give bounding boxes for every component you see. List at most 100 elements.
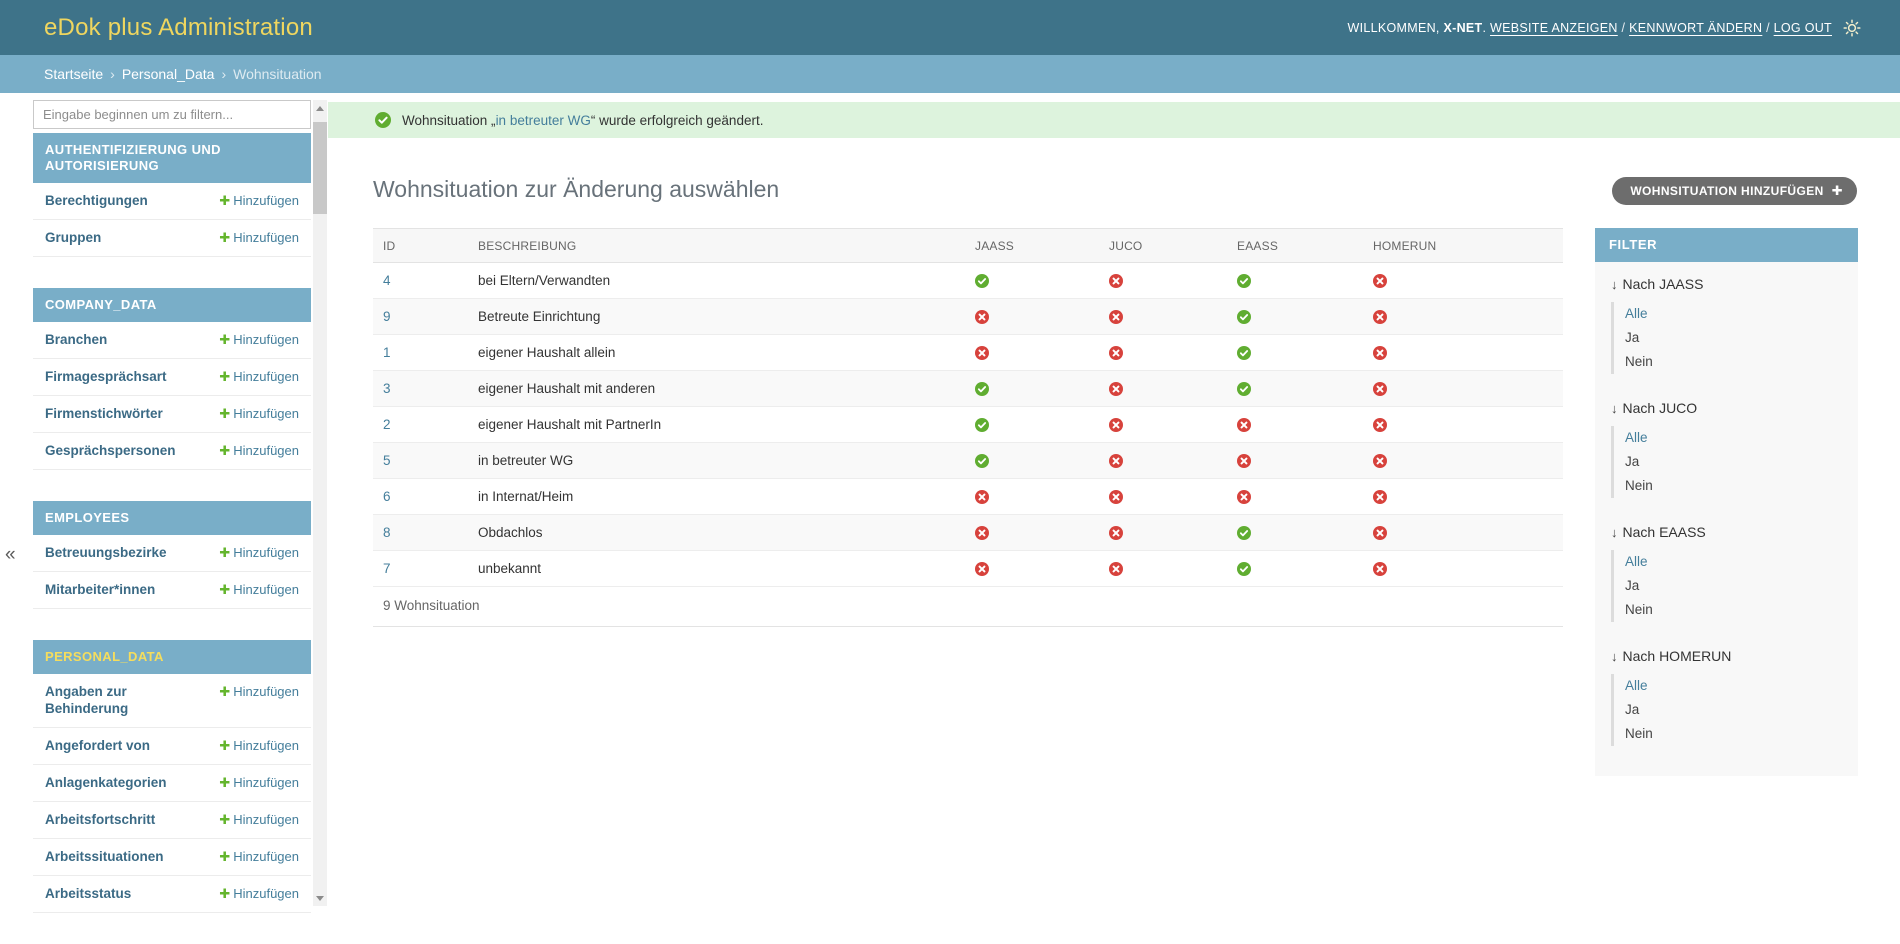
model-link[interactable]: Gruppen	[45, 229, 101, 246]
x-circle-icon	[1099, 454, 1227, 468]
model-link[interactable]: Arbeitsstatus	[45, 885, 131, 902]
sidebar-section-title[interactable]: EMPLOYEES	[33, 501, 311, 535]
add-link[interactable]: ✚Hinzufügen	[219, 774, 299, 791]
model-link[interactable]: Arbeitssituationen	[45, 848, 164, 865]
add-link[interactable]: ✚Hinzufügen	[219, 811, 299, 828]
add-link[interactable]: ✚Hinzufügen	[219, 737, 299, 754]
plus-icon: ✚	[219, 369, 230, 384]
filter-group-label[interactable]: ↓Nach JUCO	[1611, 400, 1842, 416]
model-link[interactable]: Arbeitsfortschritt	[45, 811, 155, 828]
x-circle-icon	[1363, 418, 1563, 432]
changed-object-link[interactable]: in betreuter WG	[496, 113, 591, 128]
header-links: WILLKOMMEN, X-NET. WEBSITE ANZEIGEN / KE…	[1347, 21, 1832, 35]
model-link[interactable]: Angefordert von	[45, 737, 150, 754]
filter-option-link[interactable]: Nein	[1625, 602, 1653, 617]
filter-option-alle: Alle	[1625, 550, 1842, 574]
row-id-link[interactable]: 2	[383, 417, 391, 432]
row-id-link[interactable]: 5	[383, 453, 391, 468]
filter-option-link[interactable]: Ja	[1625, 330, 1639, 345]
plus-icon: ✚	[1832, 183, 1843, 199]
plus-icon: ✚	[219, 545, 230, 560]
row-id-link[interactable]: 3	[383, 381, 391, 396]
add-link[interactable]: ✚Hinzufügen	[219, 405, 299, 422]
sidebar-filter-input[interactable]	[33, 100, 311, 129]
scrollbar-up-arrow-icon[interactable]	[313, 100, 327, 116]
model-link[interactable]: Firmenstichwörter	[45, 405, 163, 422]
add-link[interactable]: ✚Hinzufügen	[219, 581, 299, 598]
filter-options: Alle Ja Nein	[1611, 302, 1842, 374]
column-header-jaass[interactable]: JAASS	[965, 239, 1099, 253]
row-id-link[interactable]: 1	[383, 345, 391, 360]
filter-option-link[interactable]: Alle	[1625, 554, 1648, 569]
model-link[interactable]: Anlagenkategorien	[45, 774, 167, 791]
add-link[interactable]: ✚Hinzufügen	[219, 683, 299, 700]
filter-option-link[interactable]: Alle	[1625, 430, 1648, 445]
column-header-homerun[interactable]: HOMERUN	[1363, 239, 1563, 253]
sidebar-item-mitarbeiter*innen: Mitarbeiter*innen ✚Hinzufügen	[33, 572, 311, 609]
model-link[interactable]: Firmagesprächsart	[45, 368, 167, 385]
add-link[interactable]: ✚Hinzufügen	[219, 331, 299, 348]
column-header-eaass[interactable]: EAASS	[1227, 239, 1363, 253]
model-link[interactable]: Mitarbeiter*innen	[45, 581, 155, 598]
row-id-link[interactable]: 9	[383, 309, 391, 324]
sidebar-scrollbar[interactable]	[313, 100, 327, 906]
scrollbar-down-arrow-icon[interactable]	[313, 890, 327, 906]
column-header-beschreibung[interactable]: BESCHREIBUNG	[468, 239, 965, 253]
filter-options: Alle Ja Nein	[1611, 674, 1842, 746]
filter-group-label[interactable]: ↓Nach HOMERUN	[1611, 648, 1842, 664]
filter-option-nein: Nein	[1625, 350, 1842, 374]
breadcrumb-item-startseite[interactable]: Startseite	[44, 66, 103, 82]
header-link-website-anzeigen[interactable]: WEBSITE ANZEIGEN	[1490, 21, 1618, 35]
model-link[interactable]: Angaben zur Behinderung	[45, 683, 195, 717]
model-link[interactable]: Berechtigungen	[45, 192, 148, 209]
header-link-log-out[interactable]: LOG OUT	[1774, 21, 1832, 35]
filter-option-link[interactable]: Alle	[1625, 678, 1648, 693]
x-circle-icon	[965, 526, 1099, 540]
check-circle-icon	[375, 112, 391, 128]
filter-option-link[interactable]: Nein	[1625, 726, 1653, 741]
sidebar-section-title[interactable]: COMPANY_DATA	[33, 288, 311, 322]
sidebar-section-title[interactable]: AUTHENTIFIZIERUNG UND AUTORISIERUNG	[33, 133, 311, 183]
add-link[interactable]: ✚Hinzufügen	[219, 229, 299, 246]
plus-icon: ✚	[219, 738, 230, 753]
sidebar-section-title[interactable]: PERSONAL_DATA	[33, 640, 311, 674]
add-link[interactable]: ✚Hinzufügen	[219, 442, 299, 459]
breadcrumb-item-personal-data[interactable]: Personal_Data	[122, 66, 215, 82]
plus-icon: ✚	[219, 406, 230, 421]
check-circle-icon	[1227, 274, 1363, 288]
x-circle-icon	[1363, 562, 1563, 576]
row-id-link[interactable]: 6	[383, 489, 391, 504]
add-link[interactable]: ✚Hinzufügen	[219, 848, 299, 865]
filter-option-link[interactable]: Ja	[1625, 578, 1639, 593]
model-link[interactable]: Gesprächspersonen	[45, 442, 176, 459]
model-link[interactable]: Branchen	[45, 331, 107, 348]
sidebar-collapse-toggle[interactable]: «	[5, 545, 16, 564]
column-header-juco[interactable]: JUCO	[1099, 239, 1227, 253]
add-link[interactable]: ✚Hinzufügen	[219, 192, 299, 209]
check-circle-icon	[1227, 562, 1363, 576]
filter-option-link[interactable]: Nein	[1625, 354, 1653, 369]
filter-option-ja: Ja	[1625, 698, 1842, 722]
scrollbar-thumb[interactable]	[313, 122, 327, 214]
add-wohnsituation-button[interactable]: WOHNSITUATION HINZUFÜGEN ✚	[1612, 177, 1857, 205]
filter-option-link[interactable]: Ja	[1625, 454, 1639, 469]
row-description: in Internat/Heim	[468, 489, 965, 504]
filter-option-link[interactable]: Alle	[1625, 306, 1648, 321]
x-circle-icon	[1227, 454, 1363, 468]
theme-toggle-sun-icon[interactable]	[1842, 18, 1862, 38]
filter-group-label[interactable]: ↓Nach JAASS	[1611, 276, 1842, 292]
filter-panel-title: FILTER	[1595, 228, 1858, 262]
filter-option-link[interactable]: Ja	[1625, 702, 1639, 717]
add-link[interactable]: ✚Hinzufügen	[219, 885, 299, 902]
add-link[interactable]: ✚Hinzufügen	[219, 368, 299, 385]
model-link[interactable]: Betreuungsbezirke	[45, 544, 167, 561]
row-id-link[interactable]: 4	[383, 273, 391, 288]
header-link-kennwort-ändern[interactable]: KENNWORT ÄNDERN	[1629, 21, 1762, 35]
page-title: Wohnsituation zur Änderung auswählen	[373, 176, 779, 203]
filter-option-link[interactable]: Nein	[1625, 478, 1653, 493]
column-header-id[interactable]: ID	[373, 239, 468, 253]
row-id-link[interactable]: 7	[383, 561, 391, 576]
row-id-link[interactable]: 8	[383, 525, 391, 540]
add-link[interactable]: ✚Hinzufügen	[219, 544, 299, 561]
filter-group-label[interactable]: ↓Nach EAASS	[1611, 524, 1842, 540]
